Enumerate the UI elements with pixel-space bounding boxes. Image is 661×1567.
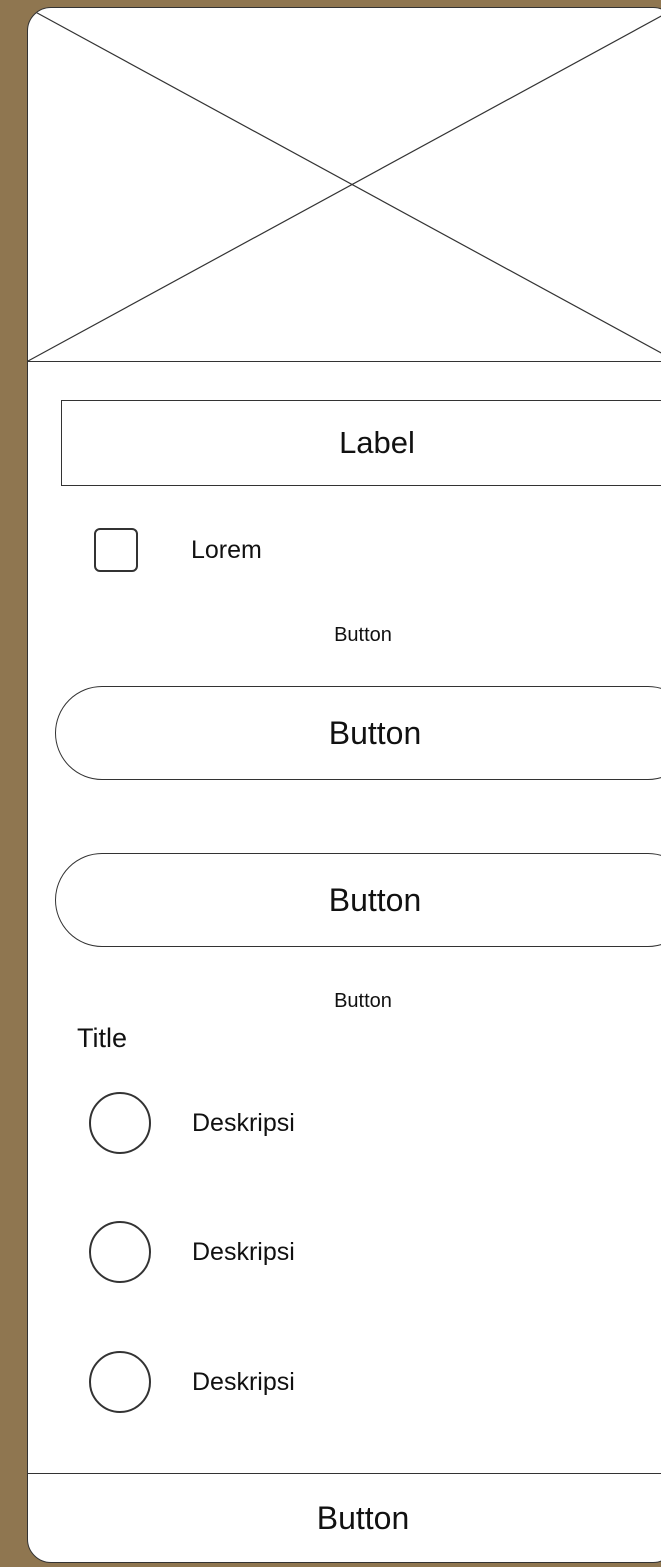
radio-button-icon[interactable] <box>89 1351 151 1413</box>
image-placeholder-icon <box>28 8 661 361</box>
secondary-button[interactable]: Button <box>55 853 661 947</box>
radio-button-icon[interactable] <box>89 1092 151 1154</box>
radio-option-label: Deskripsi <box>192 1108 295 1137</box>
radio-option-1[interactable]: Deskripsi <box>89 1092 295 1154</box>
radio-option-3[interactable]: Deskripsi <box>89 1351 295 1413</box>
primary-button-label: Button <box>328 714 422 751</box>
radio-option-label: Deskripsi <box>192 1237 295 1266</box>
hero-image-placeholder <box>28 8 661 362</box>
options-title: Title <box>77 1023 128 1053</box>
checkbox-label: Lorem <box>191 535 262 564</box>
footer-bar: Button <box>28 1473 661 1562</box>
primary-button[interactable]: Button <box>55 686 661 780</box>
radio-option-2[interactable]: Deskripsi <box>89 1221 295 1283</box>
label-box-text: Label <box>339 425 415 460</box>
label-box: Label <box>61 400 661 486</box>
text-button-top[interactable]: Button <box>28 624 661 647</box>
radio-option-label: Deskripsi <box>192 1367 295 1396</box>
radio-button-icon[interactable] <box>89 1221 151 1283</box>
text-button-bottom[interactable]: Button <box>28 990 661 1013</box>
secondary-button-label: Button <box>328 881 422 918</box>
phone-frame: Label Lorem Button Button Button Button … <box>27 7 661 1563</box>
checkbox-icon[interactable] <box>94 528 138 572</box>
checkbox-row[interactable]: Lorem <box>94 528 262 572</box>
footer-button[interactable]: Button <box>28 1474 661 1562</box>
